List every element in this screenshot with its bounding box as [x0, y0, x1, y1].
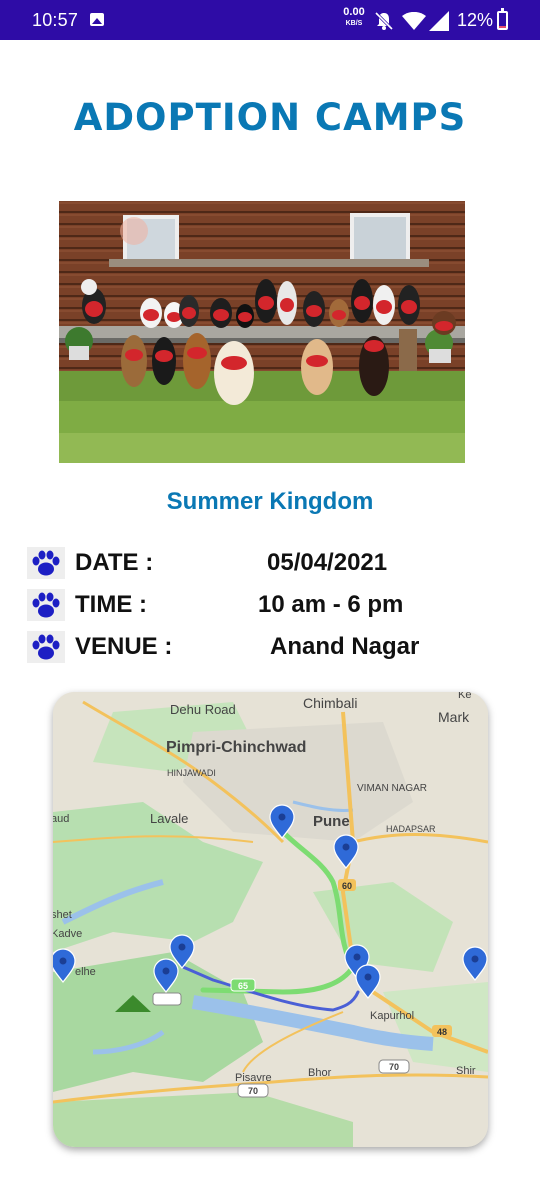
- map-label-kapurhol: Kapurhol: [370, 1010, 414, 1022]
- map-label-ke: Ke: [458, 692, 471, 701]
- map-label-shet: shet: [53, 909, 72, 921]
- map-label-viman-nagar: VIMAN NAGAR: [357, 783, 427, 794]
- map-label-hadapsar: HADAPSAR: [386, 824, 436, 834]
- time-row: TIME : 10 am - 6 pm: [27, 589, 487, 623]
- map-label-hinjawadi: HINJAWADI: [167, 768, 216, 778]
- gallery-icon: [90, 13, 104, 26]
- map-label-pisavre: Pisavre: [235, 1072, 272, 1084]
- signal-icon: [429, 11, 449, 31]
- mute-bell-icon: [374, 11, 394, 31]
- paw-icon: [27, 631, 65, 663]
- route-shield-70-east: 70: [389, 1062, 399, 1072]
- status-bar: 10:57 0.00 KB/S 12%: [0, 0, 540, 40]
- paw-icon: [27, 547, 65, 579]
- map-label-elhe: elhe: [75, 966, 96, 978]
- wifi-icon: [402, 12, 426, 30]
- venue-row: VENUE : Anand Nagar: [27, 631, 487, 665]
- clock: 10:57: [32, 10, 79, 30]
- date-row: DATE : 05/04/2021: [27, 547, 487, 581]
- network-speed: 0.00 KB/S: [340, 6, 368, 28]
- net-speed-unit: KB/S: [345, 20, 363, 27]
- date-value: 05/04/2021: [267, 549, 388, 576]
- map-label-aud: aud: [53, 813, 69, 825]
- map-label-mark: Mark: [438, 709, 470, 725]
- route-shield-48: 48: [437, 1027, 447, 1037]
- page-title: ADOPTION CAMPS: [73, 96, 467, 139]
- map-label-lavale: Lavale: [150, 811, 188, 826]
- map-label-pune: Pune: [313, 813, 350, 830]
- vehicle-icon: [152, 992, 182, 1006]
- map-label-dehu-road: Dehu Road: [170, 702, 236, 717]
- time-value: 10 am - 6 pm: [258, 591, 404, 618]
- route-shield-70-west: 70: [248, 1086, 258, 1096]
- map-label-bhor: Bhor: [308, 1067, 332, 1079]
- time-label: TIME :: [75, 591, 147, 618]
- battery-percent: 12%: [457, 10, 494, 30]
- route-shield-65: 65: [238, 981, 248, 991]
- camp-photo: [59, 201, 465, 463]
- paw-icon: [27, 589, 65, 621]
- camp-name: Summer Kingdom: [166, 488, 374, 515]
- map-label-pimpri-chinchwad: Pimpri-Chinchwad: [166, 739, 306, 756]
- map-label-shir: Shir: [456, 1065, 476, 1077]
- venue-label: VENUE :: [75, 633, 173, 660]
- route-shield-60: 60: [342, 881, 352, 891]
- date-label: DATE :: [75, 549, 154, 576]
- net-speed-value: 0.00: [343, 6, 365, 18]
- venue-map[interactable]: 60 65 48 70 70 Dehu Road Chimbali Ke Mar…: [53, 692, 488, 1147]
- battery-icon: [497, 8, 508, 30]
- venue-value: Anand Nagar: [270, 633, 420, 660]
- map-label-kadve: Kadve: [53, 928, 82, 940]
- map-label-chimbali: Chimbali: [303, 695, 357, 711]
